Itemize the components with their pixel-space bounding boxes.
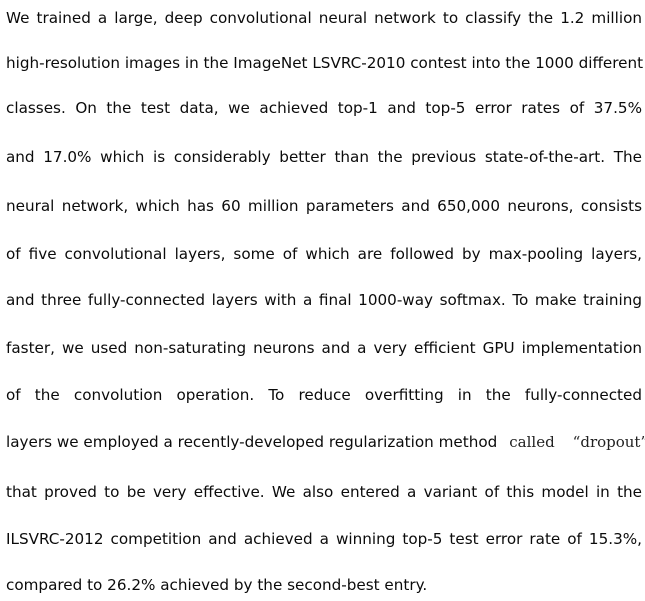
text-line-1: We trained a large, deep convolutional n… (6, 9, 642, 27)
text-called: called (509, 433, 555, 451)
text-line-5: neural network, which has 60 million par… (6, 197, 642, 215)
text-line-7: and three fully-connected layers with a … (6, 291, 642, 309)
text-line-10: layers we employed a recently-developed … (6, 427, 645, 457)
text-line-13: compared to 26.2% achieved by the second… (6, 576, 428, 594)
text-line-8: faster, we used non-saturating neurons a… (6, 339, 642, 357)
text-line-11: that proved to be very effective. We als… (6, 483, 642, 501)
text-line-10-main: layers we employed a recently-developed … (6, 433, 498, 451)
text-line-3: classes. On the test data, we achieved t… (6, 99, 642, 117)
text-line-6: of five convolutional layers, some of wh… (6, 245, 642, 263)
text-line-12: ILSVRC-2012 competition and achieved a w… (6, 530, 642, 548)
text-dropout: “dropout” (572, 433, 645, 451)
text-line-4: and 17.0% which is considerably better t… (6, 148, 642, 166)
text-line-9: of the convolution operation. To reduce … (6, 386, 642, 404)
document-paragraph: We trained a large, deep convolutional n… (6, 0, 645, 601)
text-line-2: high-resolution images in the ImageNet L… (6, 54, 644, 72)
